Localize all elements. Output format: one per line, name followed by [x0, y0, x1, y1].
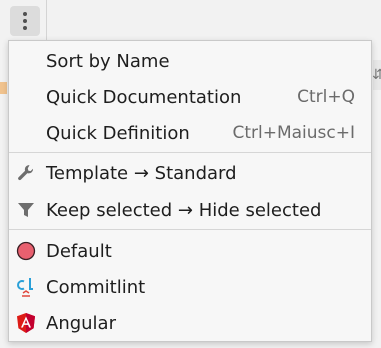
angular-icon: [15, 312, 37, 334]
menu-item-label: Default: [46, 240, 112, 262]
toolbar-divider: [46, 0, 47, 40]
menu-item-shortcut: Ctrl+Maiusc+I: [232, 123, 355, 143]
menu-item-label: Quick Documentation: [46, 86, 242, 108]
menu-item-label: Keep selected → Hide selected: [46, 199, 322, 221]
more-options-button[interactable]: [10, 6, 40, 36]
menu-item-quick-definition[interactable]: Quick Definition Ctrl+Maiusc+I: [9, 115, 371, 151]
menu-item-label: Angular: [46, 312, 116, 334]
menu-item-commitlint[interactable]: Commitlint: [9, 269, 371, 305]
toolbar-background: [0, 0, 381, 40]
menu-item-label: Sort by Name: [46, 50, 170, 72]
menu-separator: [9, 152, 371, 153]
scroll-handle-icon[interactable]: ⇵: [372, 67, 381, 83]
menu-item-label: Commitlint: [46, 276, 146, 298]
scrollbar-strip[interactable]: ⇵: [372, 60, 381, 90]
circle-icon: [15, 240, 37, 262]
menu-item-keep-selected[interactable]: Keep selected → Hide selected: [9, 192, 371, 228]
menu-item-template[interactable]: Template → Standard: [9, 155, 371, 191]
menu-separator: [9, 229, 371, 230]
menu-item-label: Template → Standard: [46, 162, 237, 184]
menu-item-sort-by-name[interactable]: Sort by Name: [9, 43, 371, 79]
menu-item-label: Quick Definition: [46, 122, 190, 144]
wrench-icon: [15, 162, 37, 184]
context-menu-popup: Sort by Name Quick Documentation Ctrl+Q …: [8, 40, 372, 342]
more-vertical-icon: [23, 12, 27, 16]
editor-marker: [0, 82, 7, 94]
menu-item-default[interactable]: Default: [9, 233, 371, 269]
menu-item-angular[interactable]: Angular: [9, 305, 371, 341]
commitlint-icon: [15, 276, 37, 298]
menu-item-shortcut: Ctrl+Q: [297, 87, 355, 107]
menu-item-quick-documentation[interactable]: Quick Documentation Ctrl+Q: [9, 79, 371, 115]
filter-icon: [15, 199, 37, 221]
